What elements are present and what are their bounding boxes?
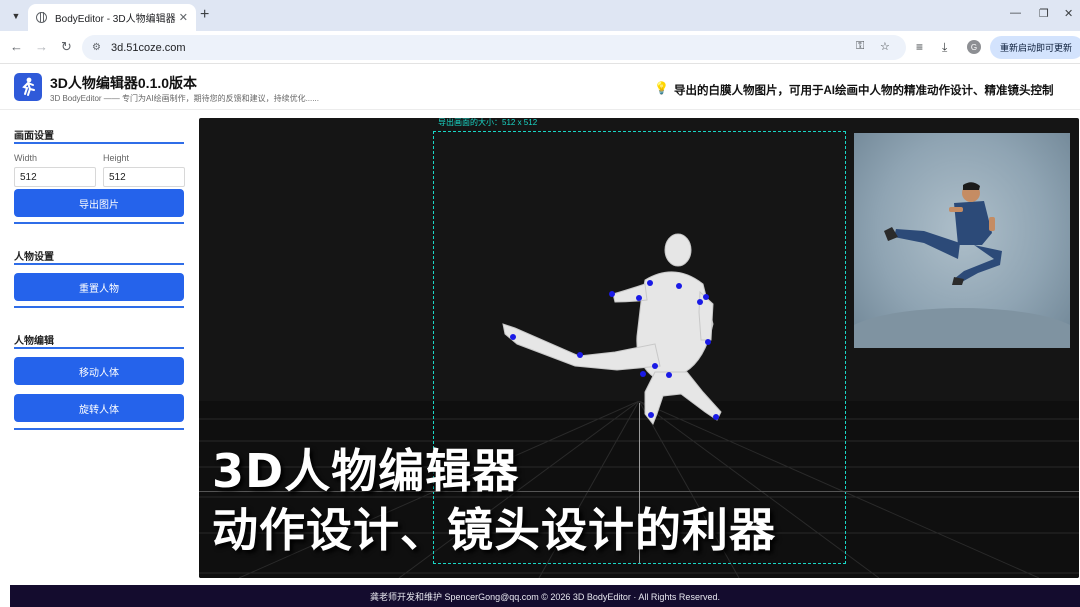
height-input[interactable] bbox=[103, 167, 185, 187]
rotate-body-button[interactable]: 旋转人体 bbox=[14, 394, 184, 422]
height-label: Height bbox=[103, 153, 130, 163]
page-footer: 龚老师开发和维护 SpencerGong@qq.com © 2026 3D Bo… bbox=[10, 585, 1080, 607]
usage-tip: 导出的白膜人物图片，可用于AI绘画中人物的精准动作设计、精准镜头控制 bbox=[674, 85, 1054, 97]
browser-toolbar: ← → ↻ ⚙ 3d.51coze.com ⚿ ☆ ≡ ⤓ G 重新启动即可更新 bbox=[0, 31, 1080, 64]
export-image-button[interactable]: 导出图片 bbox=[14, 189, 184, 217]
tab-close-icon[interactable]: ✕ bbox=[179, 11, 188, 24]
section-divider bbox=[14, 306, 184, 308]
figure-edit-heading: 人物编辑 bbox=[14, 336, 54, 347]
rotate-body-label: 旋转人体 bbox=[79, 404, 119, 416]
password-key-icon[interactable]: ⚿ bbox=[856, 40, 864, 53]
bookmark-star-icon[interactable]: ☆ bbox=[880, 40, 890, 53]
section-divider bbox=[14, 222, 184, 224]
footer-copyright: 龚老师开发和维护 SpencerGong@qq.com © 2026 3D Bo… bbox=[370, 591, 720, 602]
app-header: 3D人物编辑器0.1.0版本 3D BodyEditor —— 专门为AI绘画制… bbox=[0, 65, 1080, 110]
reference-photo bbox=[854, 133, 1070, 348]
restore-icon[interactable]: ❐ bbox=[1039, 7, 1049, 20]
section-divider bbox=[14, 263, 184, 265]
move-body-button[interactable]: 移动人体 bbox=[14, 357, 184, 385]
site-globe-icon bbox=[36, 12, 47, 23]
reset-figure-button[interactable]: 重置人物 bbox=[14, 273, 184, 301]
update-button[interactable]: 重新启动即可更新 bbox=[990, 36, 1080, 59]
browser-tab-bar: ▼ BodyEditor - 3D人物编辑器 ✕ + — ❐ ✕ bbox=[0, 0, 1080, 31]
page-title: 3D人物编辑器0.1.0版本 bbox=[50, 75, 198, 91]
tab-search-icon[interactable]: ▼ bbox=[6, 6, 26, 26]
new-tab-icon[interactable]: + bbox=[200, 6, 209, 24]
kungfu-kick-photo bbox=[854, 182, 1070, 348]
tab-title: BodyEditor - 3D人物编辑器 bbox=[55, 14, 176, 25]
reset-figure-label: 重置人物 bbox=[79, 283, 119, 295]
address-bar[interactable]: ⚙ 3d.51coze.com ⚿ ☆ bbox=[82, 35, 906, 60]
section-divider bbox=[14, 347, 184, 349]
download-icon[interactable]: ⤓ bbox=[942, 40, 947, 55]
section-divider bbox=[14, 428, 184, 430]
figure-logo-icon bbox=[22, 77, 35, 96]
width-label: Width bbox=[14, 153, 38, 163]
app-logo bbox=[14, 73, 42, 101]
export-image-label: 导出图片 bbox=[79, 199, 119, 211]
overlay-headline: 3D人物编辑器 bbox=[212, 444, 520, 498]
move-body-label: 移动人体 bbox=[79, 367, 119, 379]
overlay-tagline: 动作设计、镜头设计的利器 bbox=[212, 503, 776, 557]
page-subtitle: 3D BodyEditor —— 专门为AI绘画制作，期待您的反馈和建议，持续优… bbox=[50, 94, 319, 103]
back-icon[interactable]: ← bbox=[10, 39, 23, 54]
minimize-icon[interactable]: — bbox=[1010, 7, 1021, 19]
export-size-label: 导出画面的大小：512 x 512 bbox=[438, 118, 538, 127]
url-text[interactable]: 3d.51coze.com bbox=[111, 42, 186, 54]
media-control-icon[interactable]: ≡ bbox=[916, 40, 923, 54]
canvas-settings-heading: 画面设置 bbox=[14, 131, 54, 142]
section-divider bbox=[14, 142, 184, 144]
lightbulb-icon: 💡 bbox=[654, 81, 669, 95]
close-window-icon[interactable]: ✕ bbox=[1064, 7, 1073, 20]
profile-avatar[interactable]: G bbox=[967, 40, 981, 54]
browser-tab[interactable]: BodyEditor - 3D人物编辑器 ✕ bbox=[28, 4, 196, 31]
reload-icon[interactable]: ↻ bbox=[61, 39, 72, 55]
update-label: 重新启动即可更新 bbox=[1000, 43, 1073, 53]
forward-icon[interactable]: → bbox=[35, 39, 48, 54]
site-info-icon[interactable]: ⚙ bbox=[92, 42, 101, 53]
figure-settings-heading: 人物设置 bbox=[14, 252, 54, 263]
width-input[interactable] bbox=[14, 167, 96, 187]
3d-figure[interactable] bbox=[495, 232, 725, 432]
